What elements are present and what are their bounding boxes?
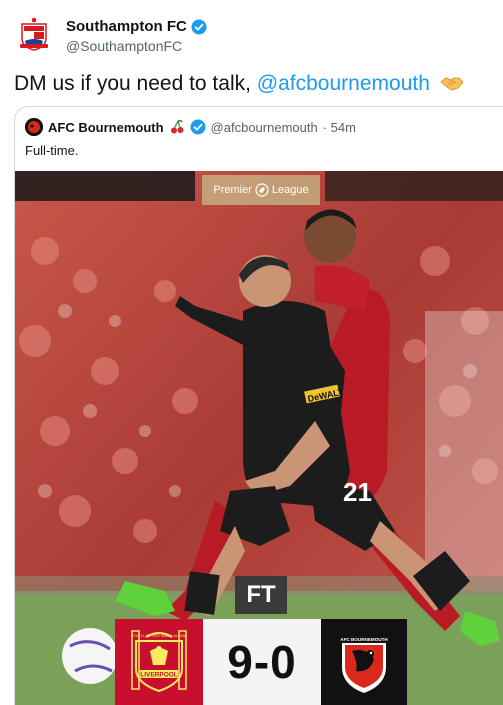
author-name[interactable]: Southampton FC: [66, 18, 187, 35]
liverpool-crest-label: LIVERPOOL: [140, 672, 178, 679]
quoted-author-handle[interactable]: @afcbournemouth: [211, 120, 318, 135]
tweet-header: Southampton FC @SouthamptonFC: [0, 0, 503, 64]
competition-prefix: Premier: [213, 184, 252, 196]
full-time-status: FT: [235, 576, 287, 614]
handshake-icon: [439, 77, 464, 91]
final-score: 9-0: [203, 619, 321, 705]
tweet-text: DM us if you need to talk, @afcbournemou…: [14, 72, 464, 96]
quoted-tweet-text: Full-time.: [25, 143, 79, 158]
southampton-avatar[interactable]: [14, 14, 54, 54]
quoted-timestamp[interactable]: · 54m: [323, 120, 356, 135]
quoted-author-name[interactable]: AFC Bournemouth: [48, 120, 164, 135]
mention-link[interactable]: @afcbournemouth: [257, 72, 430, 95]
verified-badge-icon: [191, 19, 207, 34]
liverpool-motto: YOU'LL NEVER WALK ALONE: [131, 633, 187, 638]
liverpool-crest-icon: YOU'LL NEVER WALK ALONE LIVERPOOL: [131, 630, 187, 693]
tweet-text-body: DM us if you need to talk,: [14, 72, 257, 95]
shirt-number: 21: [343, 477, 372, 507]
competition-badge: Premier League: [202, 175, 320, 205]
bournemouth-crest-icon: AFC BOURNEMOUTH: [340, 635, 388, 693]
author-handle[interactable]: @SouthamptonFC: [66, 38, 182, 54]
bournemouth-crest-label: AFC BOURNEMOUTH: [340, 637, 388, 642]
competition-suffix: League: [271, 184, 309, 196]
bournemouth-avatar-icon: [25, 118, 43, 136]
author-name-row[interactable]: Southampton FC: [66, 18, 207, 35]
southampton-crest-icon: [20, 17, 48, 51]
quoted-tweet[interactable]: AFC Bournemouth @afcbournemouth · 54m Fu…: [14, 106, 503, 705]
bournemouth-crest-tile: AFC BOURNEMOUTH: [321, 619, 407, 705]
premier-league-lion-icon: [255, 183, 269, 197]
cherries-icon: [170, 119, 184, 134]
quoted-tweet-header: AFC Bournemouth @afcbournemouth · 54m: [25, 118, 356, 136]
match-result-image[interactable]: DeWALT 21 Premier League FT YOU'LL NEVER…: [15, 171, 503, 705]
bournemouth-avatar[interactable]: [25, 118, 43, 136]
liverpool-crest-tile: YOU'LL NEVER WALK ALONE LIVERPOOL: [115, 619, 203, 705]
quoted-verified-badge-icon: [190, 119, 206, 135]
